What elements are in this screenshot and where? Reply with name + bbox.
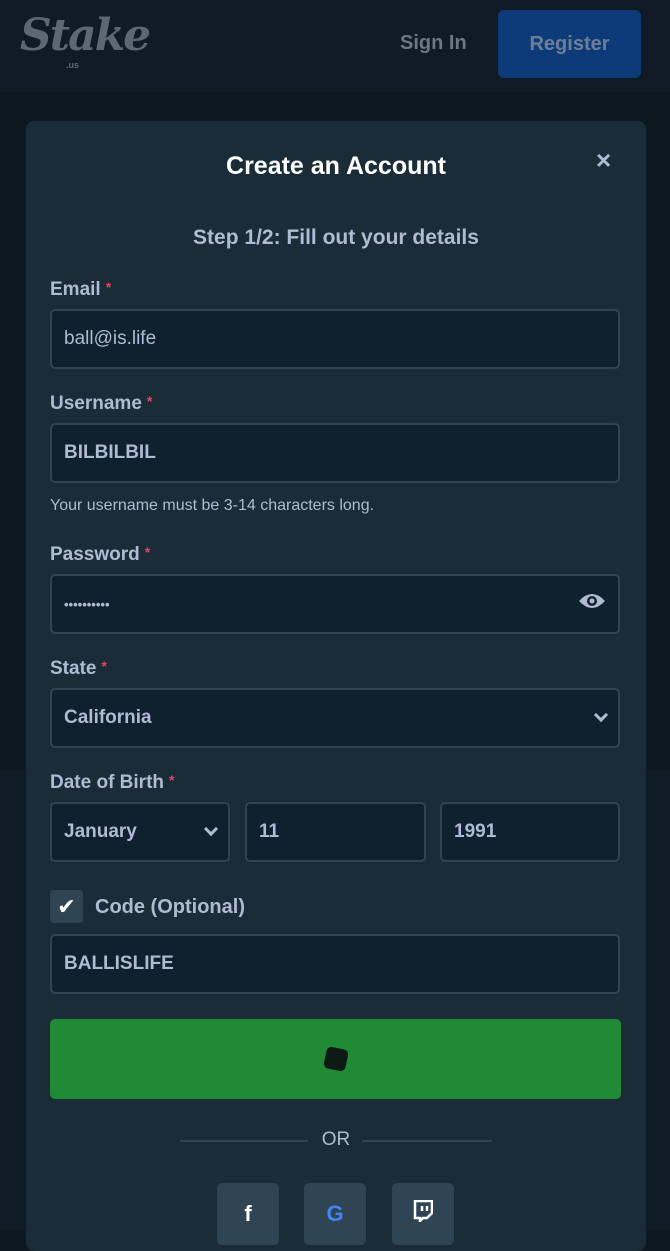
code-field[interactable]: BALLISLIFE — [50, 934, 620, 994]
submit-button[interactable] — [50, 1019, 621, 1099]
google-icon: G — [326, 1201, 344, 1226]
dob-day-field[interactable]: 11 — [245, 802, 426, 862]
close-icon[interactable]: × — [596, 145, 611, 176]
chevron-down-icon — [593, 707, 609, 723]
dice-icon — [322, 1045, 349, 1073]
twitch-icon — [413, 1199, 434, 1228]
email-field[interactable]: ball@is.life — [50, 309, 620, 369]
logo-text: Stake — [20, 10, 151, 61]
register-button[interactable]: Register — [498, 10, 641, 78]
sign-in-button[interactable]: Sign In — [400, 32, 467, 55]
dob-day-value: 11 — [259, 821, 280, 842]
username-field[interactable]: BILBILBIL — [50, 423, 620, 483]
state-label: State * — [50, 658, 107, 679]
dob-month-value: January — [64, 821, 137, 842]
password-value: •••••••••• — [64, 596, 110, 612]
top-header: Stake .us Sign In Register — [0, 0, 670, 92]
state-select[interactable]: California — [50, 688, 620, 748]
email-value: ball@is.life — [64, 328, 157, 349]
eye-icon[interactable] — [578, 592, 606, 616]
password-field[interactable]: •••••••••• — [50, 574, 620, 634]
username-value: BILBILBIL — [64, 442, 156, 463]
username-label: Username * — [50, 393, 153, 414]
username-hint: Your username must be 3-14 characters lo… — [50, 497, 375, 514]
code-value: BALLISLIFE — [64, 953, 174, 974]
dob-label: Date of Birth * — [50, 772, 175, 793]
dob-year-value: 1991 — [454, 821, 497, 842]
dob-month-select[interactable]: January — [50, 802, 230, 862]
facebook-icon: f — [244, 1201, 252, 1226]
divider — [362, 1140, 492, 1142]
create-account-modal: Create an Account × Step 1/2: Fill out y… — [26, 121, 646, 1251]
state-value: California — [64, 707, 152, 728]
chevron-down-icon — [203, 821, 219, 837]
or-text: OR — [321, 1129, 351, 1150]
password-label: Password * — [50, 544, 151, 565]
stake-logo[interactable]: Stake .us — [20, 10, 151, 70]
logo-sub: .us — [66, 60, 80, 70]
modal-title: Create an Account — [226, 152, 446, 180]
code-checkbox[interactable]: ✔ — [50, 890, 83, 923]
step-text: Step 1/2: Fill out your details — [193, 226, 479, 249]
dob-year-field[interactable]: 1991 — [440, 802, 620, 862]
email-label: Email * — [50, 279, 112, 300]
google-button[interactable]: G — [304, 1183, 366, 1245]
code-label: Code (Optional) — [95, 896, 245, 918]
twitch-button[interactable] — [392, 1183, 454, 1245]
facebook-button[interactable]: f — [217, 1183, 279, 1245]
